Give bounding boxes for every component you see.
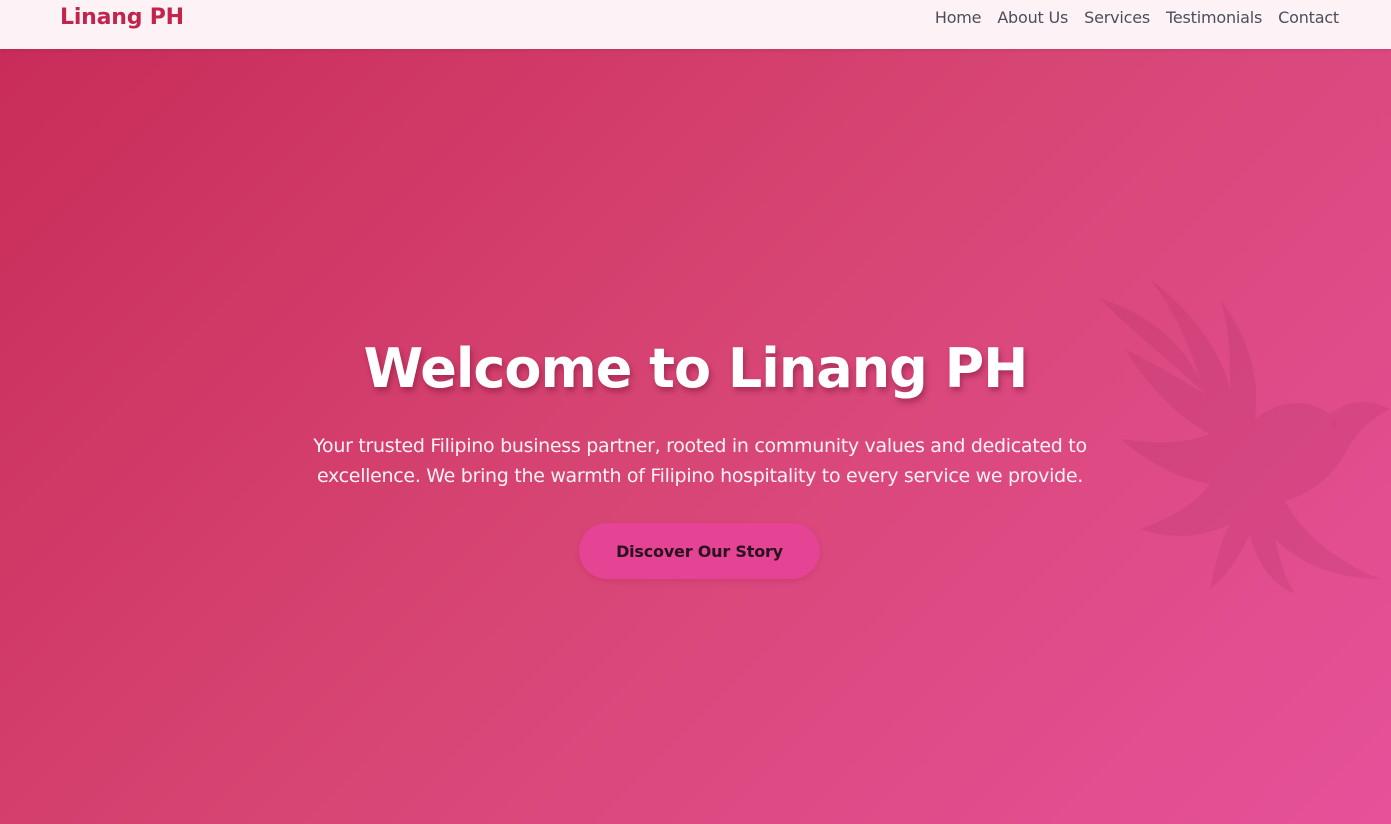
site-logo[interactable]: Linang PH: [60, 4, 184, 32]
hero-section: Welcome to Linang PH Your trusted Filipi…: [0, 49, 1391, 824]
main-nav: Home About Us Services Testimonials Cont…: [935, 8, 1339, 28]
hero-title: Welcome to Linang PH: [363, 337, 1029, 400]
discover-our-story-button[interactable]: Discover Our Story: [579, 523, 820, 579]
nav-item: Services: [1084, 8, 1150, 28]
site-header: Linang PH Home About Us Services Testimo…: [0, 0, 1391, 49]
nav-link-testimonials[interactable]: Testimonials: [1166, 8, 1262, 27]
bird-silhouette-icon: [1100, 279, 1390, 594]
nav-item: Testimonials: [1166, 8, 1262, 28]
nav-link-contact[interactable]: Contact: [1278, 8, 1339, 27]
nav-item: About Us: [997, 8, 1068, 28]
nav-item: Contact: [1278, 8, 1339, 28]
nav-item: Home: [935, 8, 982, 28]
nav-link-about-us[interactable]: About Us: [997, 8, 1068, 27]
nav-link-home[interactable]: Home: [935, 8, 982, 27]
nav-link-services[interactable]: Services: [1084, 8, 1150, 27]
hero-description: Your trusted Filipino business partner, …: [313, 435, 1087, 487]
